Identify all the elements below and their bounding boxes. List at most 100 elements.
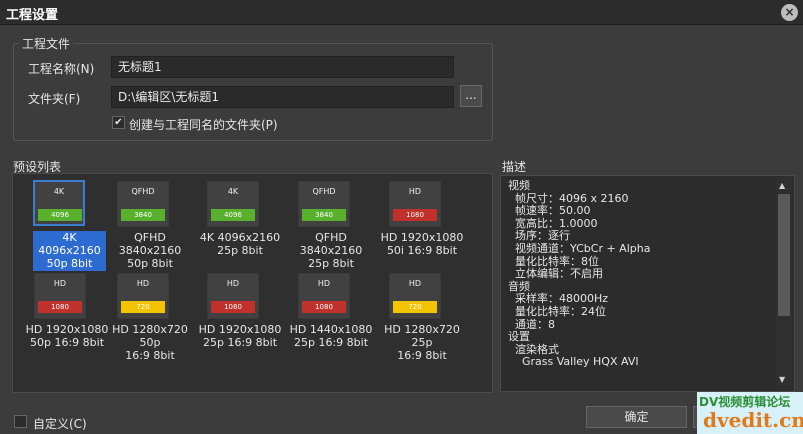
watermark: DV视频剪辑论坛 dvedit.cn [697,392,803,434]
title-bar: 工程设置 × [0,0,803,25]
preset-item[interactable]: HD 1080 HD 1920x1080 50i 16:9 8bit [378,178,464,266]
create-folder-checkbox[interactable]: ✔ [112,116,125,129]
description-panel: 视频 帧尺寸：4096 x 2160 帧速率：50.00 宽高比：1.0000 … [500,175,795,392]
preset-resolution-tag: HD [226,279,240,288]
preset-caption-line1: HD 1440x1080 [289,323,373,336]
preset-thumbnail: HD 720 [389,273,441,319]
preset-caption: HD 1920x1080 50i 16:9 8bit [378,231,466,257]
preset-caption-line2: 25p 16:9 8bit [202,336,278,349]
preset-item[interactable]: HD 720 HD 1280x720 50p 16:9 8bit [106,270,192,362]
description-line: 帧速率：50.00 [508,204,591,218]
preset-list: 4K 4096 4K 4096x2160 50p 8bit QFHD 3840 QFHD 3… [12,173,493,393]
scroll-up-icon[interactable]: ▲ [779,181,785,190]
browse-folder-button[interactable]: ... [460,85,482,107]
preset-resolution-tag: QFHD [312,187,336,196]
preset-item[interactable]: 4K 4096 4K 4096x2160 25p 8bit [196,178,282,266]
description-text: 视频 帧尺寸：4096 x 2160 帧速率：50.00 宽高比：1.0000 … [508,179,778,369]
preset-size-badge: 720 [393,301,437,313]
preset-resolution-tag: HD [136,279,150,288]
preset-caption-line2: 50p 8bit [46,257,93,270]
preset-size-badge: 1080 [211,301,255,313]
preset-caption: HD 1920x1080 50p 16:9 8bit [23,323,111,349]
description-line: 视频 [508,179,530,192]
preset-thumbnail: 4K 4096 [33,180,85,226]
preset-size-badge: 4096 [38,209,82,221]
description-line: 视频通道：YCbCr + Alpha [508,241,651,255]
preset-item[interactable]: HD 1080 HD 1920x1080 25p 16:9 8bit [196,270,282,358]
preset-item[interactable]: QFHD 3840 QFHD 3840x2160 50p 8bit [106,178,192,270]
close-icon[interactable]: × [781,4,798,21]
preset-caption-line1: HD 1920x1080 [198,323,282,336]
preset-caption-line2: 16:9 8bit [125,349,175,362]
preset-size-badge: 3840 [302,209,346,221]
preset-resolution-tag: HD [408,279,422,288]
preset-size-badge: 1080 [302,301,346,313]
preset-item[interactable]: HD 1080 HD 1920x1080 50p 16:9 8bit [23,270,109,358]
preset-caption-line2: 50p 16:9 8bit [29,336,105,349]
preset-caption-line1: 4K 4096x2160 [38,231,101,257]
preset-caption: HD 1920x1080 25p 16:9 8bit [196,323,284,349]
preset-resolution-tag: HD [317,279,331,288]
project-file-group-title: 工程文件 [19,35,74,52]
preset-caption: 4K 4096x2160 25p 8bit [196,231,284,257]
preset-resolution-tag: 4K [53,187,65,196]
preset-caption-line2: 25p 8bit [308,257,354,270]
preset-size-badge: 1080 [38,301,82,313]
ok-button[interactable]: 确定 [586,406,687,428]
preset-size-badge: 4096 [211,209,255,221]
description-line: 通道：8 [508,317,555,331]
watermark-line2: dvedit.cn [703,408,803,432]
preset-resolution-tag: HD [53,279,67,288]
preset-caption: QFHD 3840x2160 25p 8bit [287,231,375,270]
preset-caption-line1: 4K 4096x2160 [199,231,281,244]
preset-item[interactable]: QFHD 3840 QFHD 3840x2160 25p 8bit [287,178,373,270]
preset-caption-line1: HD 1280x720 50p [112,323,188,349]
preset-caption-line2: 50p 8bit [127,257,173,270]
preset-thumbnail: HD 720 [117,273,169,319]
preset-caption: HD 1280x720 50p 16:9 8bit [106,323,194,362]
preset-caption-line2: 50i 16:9 8bit [386,244,458,257]
preset-thumbnail: HD 1080 [207,273,259,319]
description-line: 立体编辑：不启用 [508,267,603,281]
preset-resolution-tag: 4K [227,187,239,196]
preset-size-badge: 3840 [121,209,165,221]
preset-size-badge: 1080 [393,209,437,221]
preset-caption-line2: 25p 16:9 8bit [293,336,369,349]
preset-caption: HD 1440x1080 25p 16:9 8bit [287,323,375,349]
preset-caption-line2: 25p 8bit [217,244,263,257]
preset-caption-line2: 16:9 8bit [397,349,447,362]
description-line: 量化比特率：24位 [508,304,606,318]
preset-thumbnail: QFHD 3840 [117,181,169,227]
preset-thumbnail: QFHD 3840 [298,181,350,227]
description-line: Grass Valley HQX AVI [508,355,639,369]
preset-size-badge: 720 [121,301,165,313]
preset-thumbnail: HD 1080 [298,273,350,319]
preset-item[interactable]: 4K 4096 4K 4096x2160 50p 8bit [23,178,109,271]
project-name-label: 工程名称(N) [28,62,95,76]
preset-caption-line1: HD 1920x1080 [25,323,109,336]
custom-checkbox[interactable] [14,415,27,428]
description-label: 描述 [502,160,527,174]
scrollbar-thumb[interactable] [778,194,790,316]
scroll-down-icon[interactable]: ▼ [779,375,785,384]
preset-caption-line1: HD 1280x720 25p [384,323,460,349]
window-title: 工程设置 [6,8,59,23]
project-name-input[interactable]: 无标题1 [111,56,454,78]
folder-label: 文件夹(F) [28,92,81,106]
preset-thumbnail: HD 1080 [34,273,86,319]
preset-item[interactable]: HD 720 HD 1280x720 25p 16:9 8bit [378,270,464,362]
preset-item[interactable]: HD 1080 HD 1440x1080 25p 16:9 8bit [287,270,373,358]
preset-caption-line1: QFHD 3840x2160 [299,231,363,257]
create-folder-label: 创建与工程同名的文件夹(P) [129,118,278,132]
preset-thumbnail: HD 1080 [389,181,441,227]
preset-resolution-tag: QFHD [131,187,155,196]
preset-resolution-tag: HD [408,187,422,196]
preset-caption: 4K 4096x2160 50p 8bit [33,231,106,271]
preset-caption: HD 1280x720 25p 16:9 8bit [378,323,466,362]
preset-caption-line1: QFHD 3840x2160 [118,231,182,257]
preset-caption-line1: HD 1920x1080 [380,231,464,244]
preset-caption: QFHD 3840x2160 50p 8bit [106,231,194,270]
preset-thumbnail: 4K 4096 [207,181,259,227]
description-scrollbar[interactable]: ▲ ▼ [775,177,793,390]
folder-path-input[interactable]: D:\编辑区\无标题1 [111,86,454,108]
